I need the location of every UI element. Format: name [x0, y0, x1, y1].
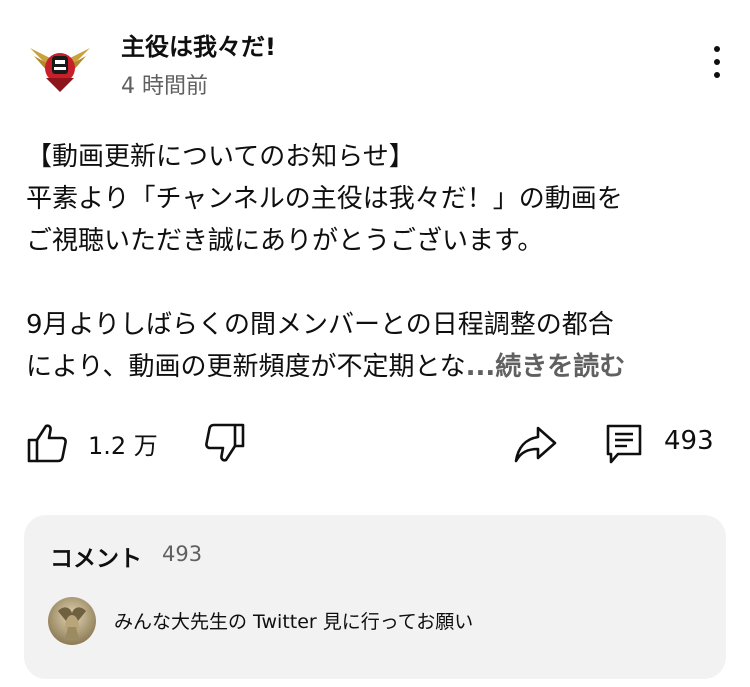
post-text-line: ご視聴いただき誠にありがとうございます。	[26, 226, 544, 256]
action-bar: 1.2 万 493	[0, 418, 750, 470]
comment-count: 493	[664, 426, 714, 456]
post-text-line	[26, 262, 726, 304]
post-timestamp: 4 時間前	[121, 74, 208, 99]
post-text: 【動画更新についてのお知らせ】 平素より「チャンネルの主役は我々だ！」の動画を …	[26, 136, 726, 388]
post-text-line: 9月よりしばらくの間メンバーとの日程調整の都合	[26, 310, 614, 340]
read-more-link[interactable]: ...続きを読む	[466, 352, 626, 382]
thumbs-down-icon	[205, 423, 245, 462]
more-options-button[interactable]	[702, 44, 732, 80]
post-text-line: 【動画更新についてのお知らせ】	[26, 142, 415, 172]
top-comment-text: みんな大先生の Twitter 見に行ってお願い	[114, 611, 474, 633]
post-text-line: 平素より「チャンネルの主役は我々だ！」の動画を	[26, 184, 623, 214]
post-text-last-line: により、動画の更新頻度が不定期とな...続きを読む	[26, 346, 726, 388]
more-vertical-icon	[714, 46, 720, 52]
channel-name[interactable]: 主役は我々だ!	[121, 27, 276, 62]
post-text-truncated: により、動画の更新頻度が不定期とな	[26, 352, 466, 382]
share-icon	[514, 426, 557, 463]
channel-avatar[interactable]	[26, 34, 94, 96]
comments-count: 493	[162, 542, 203, 566]
like-button[interactable]	[24, 420, 70, 466]
comment-button[interactable]	[604, 420, 644, 466]
comments-preview[interactable]: コメント 493 みんな大先生の Twitter 見に行ってお願い	[24, 515, 726, 679]
like-count: 1.2 万	[88, 432, 158, 460]
share-button[interactable]	[512, 422, 558, 468]
post-header: 主役は我々だ! 4 時間前	[0, 0, 750, 110]
channel-logo-icon	[30, 48, 90, 92]
thumbs-up-icon	[27, 424, 67, 463]
commenter-avatar[interactable]	[48, 597, 96, 645]
comments-title: コメント	[50, 546, 142, 572]
comment-icon	[606, 424, 642, 464]
dislike-button[interactable]	[202, 420, 248, 466]
avatar	[48, 597, 96, 645]
